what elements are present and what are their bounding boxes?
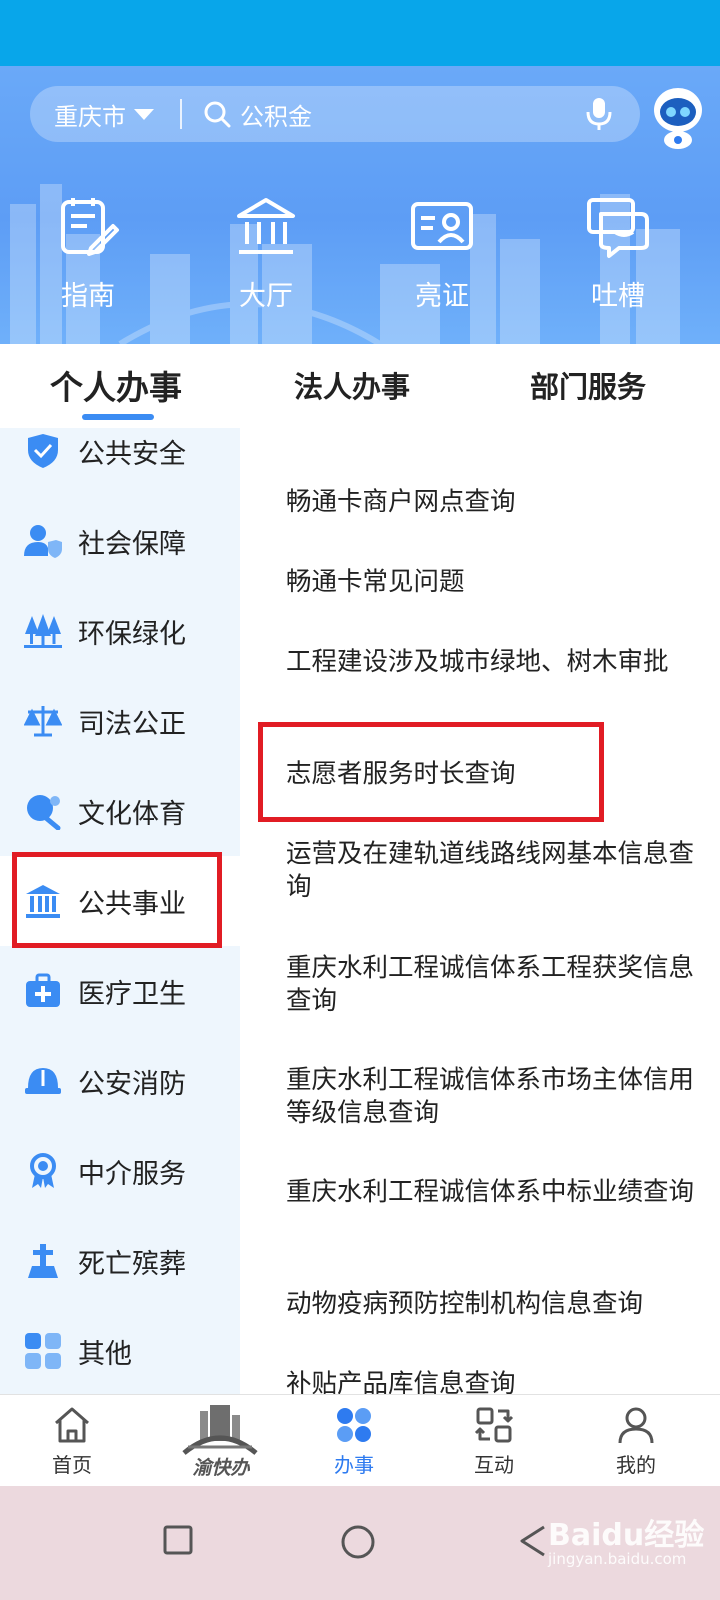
quick-feedback[interactable]: 吐槽 (558, 194, 678, 313)
id-card-icon (411, 202, 473, 250)
watermark-text: Baidu经验 (548, 1518, 705, 1553)
quick-actions: 指南 大厅 亮证 吐槽 (0, 194, 720, 324)
highlight-box-sidebar (12, 852, 222, 948)
quick-id-card[interactable]: 亮证 (382, 194, 502, 313)
sidebar-item-label: 文化体育 (78, 798, 186, 830)
badge-icon (30, 1153, 56, 1188)
service-list: 畅通卡商户网点查询 畅通卡常见问题 工程建设涉及城市绿地、树木审批 志愿者服务时… (240, 428, 720, 1424)
back-icon[interactable] (518, 1524, 548, 1558)
memorial-icon (28, 1244, 58, 1278)
city-selector[interactable]: 重庆市 (30, 97, 154, 132)
sidebar-item-agency[interactable]: 中介服务 (0, 1126, 240, 1216)
list-item[interactable]: 工程建设涉及城市绿地、树木审批 (286, 646, 696, 679)
city-label: 重庆市 (54, 102, 126, 131)
sidebar-item-other[interactable]: 其他 (0, 1306, 240, 1396)
quick-guide[interactable]: 指南 (28, 194, 148, 313)
medical-kit-icon (26, 973, 60, 1007)
sidebar-item-funeral[interactable]: 死亡殡葬 (0, 1216, 240, 1306)
guide-icon (61, 198, 119, 256)
tab-personal[interactable]: 个人办事 (50, 361, 182, 409)
user-shield-icon (24, 525, 62, 558)
list-item[interactable]: 畅通卡商户网点查询 (286, 486, 696, 519)
sidebar-item-label: 公安消防 (78, 1068, 186, 1100)
list-item[interactable]: 重庆水利工程诚信体系市场主体信用等级信息查询 (286, 1064, 696, 1130)
home-button-icon[interactable] (340, 1524, 376, 1560)
nav-services-label: 办事 (334, 1453, 374, 1477)
list-item[interactable]: 畅通卡常见问题 (286, 566, 696, 599)
sidebar-item-culture-sports[interactable]: 文化体育 (0, 766, 240, 856)
quick-feedback-label: 吐槽 (591, 281, 645, 312)
search-divider (180, 99, 182, 129)
nav-interaction[interactable]: 互动 (434, 1395, 554, 1487)
tab-corporate[interactable]: 法人办事 (294, 364, 410, 406)
category-tabs: 个人办事 法人办事 部门服务 (0, 344, 720, 428)
caret-down-icon (134, 108, 154, 120)
list-item[interactable]: 重庆水利工程诚信体系中标业绩查询 (286, 1176, 696, 1209)
sidebar-item-justice[interactable]: 司法公正 (0, 676, 240, 766)
list-item[interactable]: 动物疫病预防控制机构信息查询 (286, 1288, 696, 1321)
sidebar-item-label: 公共安全 (78, 438, 186, 470)
nav-profile-label: 我的 (616, 1453, 656, 1477)
sidebar-item-police-fire[interactable]: 公安消防 (0, 1036, 240, 1126)
search-bar[interactable]: 重庆市 公积金 (30, 86, 640, 142)
hall-icon (237, 198, 295, 254)
highlight-box-service (258, 722, 604, 822)
shield-check-icon (28, 434, 58, 468)
sidebar-item-label: 司法公正 (78, 708, 186, 740)
sidebar-item-label: 社会保障 (78, 528, 186, 560)
tab-department[interactable]: 部门服务 (530, 364, 646, 406)
quick-hall-label: 大厅 (239, 281, 293, 312)
trees-icon (24, 614, 62, 648)
system-navigation-bar: Baidu经验 jingyan.baidu.com (0, 1486, 720, 1600)
sidebar-item-label: 医疗卫生 (78, 978, 186, 1010)
nav-home-label: 首页 (52, 1453, 92, 1477)
services-icon (337, 1408, 371, 1442)
recent-apps-icon[interactable] (162, 1524, 194, 1556)
list-item[interactable]: 重庆水利工程诚信体系工程获奖信息查询 (286, 952, 696, 1018)
grid-icon (25, 1333, 61, 1369)
assistant-robot-icon[interactable] (650, 84, 706, 150)
sidebar-item-label: 死亡殡葬 (78, 1248, 186, 1280)
header-hero: 重庆市 公积金 指南 大厅 亮证 吐槽 (0, 66, 720, 344)
home-icon (55, 1407, 89, 1443)
nav-interaction-label: 互动 (474, 1453, 514, 1477)
list-item[interactable]: 运营及在建轨道线路线网基本信息查询 (286, 838, 696, 904)
helmet-icon (25, 1068, 61, 1094)
quick-guide-label: 指南 (61, 281, 115, 312)
sidebar-item-label: 中介服务 (78, 1158, 186, 1190)
sidebar-item-social-security[interactable]: 社会保障 (0, 496, 240, 586)
feedback-icon (587, 198, 649, 258)
nav-services[interactable]: 办事 (294, 1395, 414, 1487)
ping-pong-icon (27, 795, 61, 830)
microphone-icon[interactable] (584, 96, 614, 132)
search-input[interactable]: 公积金 (240, 97, 584, 132)
status-bar (0, 0, 720, 66)
sidebar-item-medical[interactable]: 医疗卫生 (0, 946, 240, 1036)
bottom-nav: 首页 渝快办 办事 互动 我的 (0, 1394, 720, 1486)
active-tab-indicator (82, 414, 154, 420)
nav-home[interactable]: 首页 (12, 1395, 132, 1487)
sidebar-item-label: 其他 (78, 1338, 132, 1370)
watermark-subtext: jingyan.baidu.com (548, 1550, 687, 1568)
quick-id-card-label: 亮证 (415, 281, 469, 312)
sidebar-item-environment[interactable]: 环保绿化 (0, 586, 240, 676)
nav-profile[interactable]: 我的 (576, 1395, 696, 1487)
sidebar-item-public-safety[interactable]: 公共安全 (0, 428, 240, 496)
profile-icon (618, 1407, 654, 1444)
interaction-icon (474, 1407, 514, 1443)
sidebar-item-label: 环保绿化 (78, 618, 186, 650)
brand-text: 渝快办 (192, 1457, 250, 1479)
quick-hall[interactable]: 大厅 (206, 194, 326, 313)
search-icon (204, 101, 231, 128)
scales-icon (24, 706, 62, 737)
